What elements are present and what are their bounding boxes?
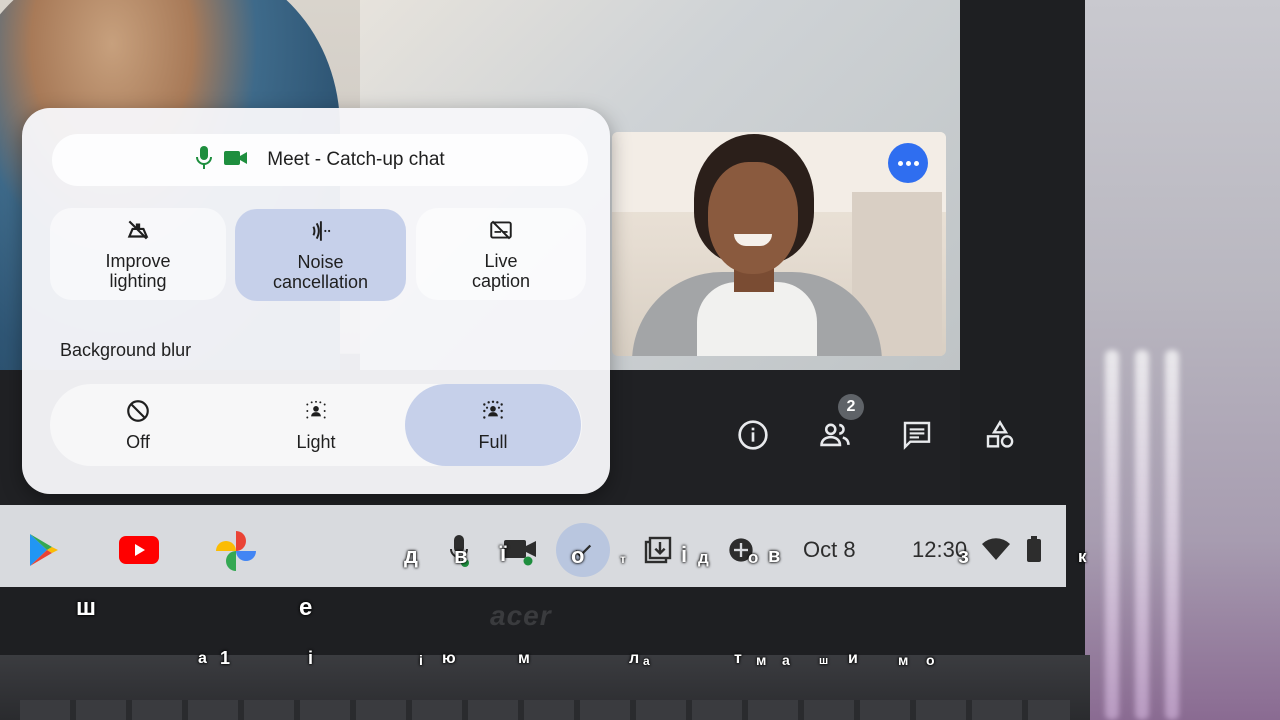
caption-char: д xyxy=(698,548,709,567)
caption-char: а xyxy=(198,650,207,667)
improve-lighting-label-2: lighting xyxy=(109,271,167,291)
caption-char: а xyxy=(643,654,650,668)
person-blur-light-icon xyxy=(303,398,329,424)
microphone-icon xyxy=(195,145,213,176)
app-title: Meet - Catch-up chat xyxy=(267,149,445,170)
blur-off-option[interactable]: Off xyxy=(50,384,226,466)
battery-icon[interactable] xyxy=(1024,534,1044,564)
shelf-date[interactable]: Oct 8 xyxy=(803,537,856,563)
activities-icon[interactable] xyxy=(980,415,1020,455)
caption-char: з xyxy=(958,543,969,568)
caption-char: м xyxy=(756,652,767,668)
more-options-button[interactable] xyxy=(888,143,928,183)
caption-char: 1 xyxy=(220,648,231,668)
caption-char: т xyxy=(734,650,742,667)
noise-cancellation-icon xyxy=(308,218,334,244)
caption-char: і xyxy=(681,542,688,567)
noise-cancellation-label-2: cancellation xyxy=(272,272,369,292)
blur-light-option[interactable]: Light xyxy=(228,384,404,466)
caption-char: в xyxy=(454,543,468,568)
lighting-off-icon xyxy=(125,217,151,243)
blur-full-option[interactable]: Full xyxy=(405,384,581,466)
live-caption-toggle[interactable]: Live caption xyxy=(416,208,586,300)
youtube-icon[interactable] xyxy=(118,535,160,565)
video-conference-tray: Meet - Catch-up chat Improve lighting No… xyxy=(22,108,610,494)
caption-char: і xyxy=(419,652,423,668)
live-caption-label-2: caption xyxy=(471,271,531,291)
caption-char: ї xyxy=(500,541,507,566)
background-room xyxy=(1085,0,1280,720)
caption-char: л xyxy=(629,650,640,667)
caption-char: е xyxy=(299,594,313,621)
photos-icon[interactable] xyxy=(212,528,260,574)
caption-off-icon xyxy=(488,217,514,243)
person-blur-full-icon xyxy=(480,398,506,424)
scene: 2 Meet - Catch-up chat Improve lighting xyxy=(0,0,1280,720)
caption-char: а xyxy=(782,652,790,668)
caption-char: в xyxy=(768,545,781,567)
noise-cancellation-label-1: Noise xyxy=(297,252,344,272)
participant-count-badge: 2 xyxy=(838,394,864,420)
info-icon[interactable] xyxy=(733,415,773,455)
live-caption-label-1: Live xyxy=(484,251,518,271)
caption-char: і xyxy=(308,648,314,668)
play-store-icon[interactable] xyxy=(26,532,62,568)
noise-cancellation-toggle[interactable]: Noise cancellation xyxy=(235,209,406,301)
caption-char: т xyxy=(620,552,626,566)
camera-icon xyxy=(223,148,249,173)
caption-char: м xyxy=(898,652,909,668)
camera-in-use-icon[interactable] xyxy=(502,536,538,566)
blur-off-label: Off xyxy=(126,431,150,452)
caption-char: и xyxy=(848,650,858,667)
background-blur-label: Background blur xyxy=(60,340,192,360)
caption-char: д xyxy=(404,543,418,568)
caption-char: ю xyxy=(442,650,456,667)
block-icon xyxy=(125,398,151,424)
blur-light-label: Light xyxy=(296,431,336,452)
caption-char: м xyxy=(518,650,530,667)
improve-lighting-toggle[interactable]: Improve lighting xyxy=(50,208,226,300)
caption-char: ш xyxy=(819,655,829,667)
brand-logo: acer xyxy=(490,600,552,631)
keyboard xyxy=(20,700,1070,720)
holding-space-icon[interactable] xyxy=(640,532,676,568)
background-blur-options: Off Light Full xyxy=(50,384,582,466)
caption-char: ш xyxy=(76,594,97,621)
caption-char: о xyxy=(926,652,935,668)
app-title-pill[interactable]: Meet - Catch-up chat xyxy=(52,134,588,186)
caption-char: к xyxy=(1078,547,1087,566)
people-icon[interactable] xyxy=(815,415,855,455)
chat-icon[interactable] xyxy=(897,415,937,455)
wifi-icon[interactable] xyxy=(980,536,1012,562)
improve-lighting-label-1: Improve xyxy=(105,251,171,271)
blur-full-label: Full xyxy=(478,431,508,452)
caption-char: о xyxy=(748,548,759,567)
caption-char: о xyxy=(571,543,585,568)
